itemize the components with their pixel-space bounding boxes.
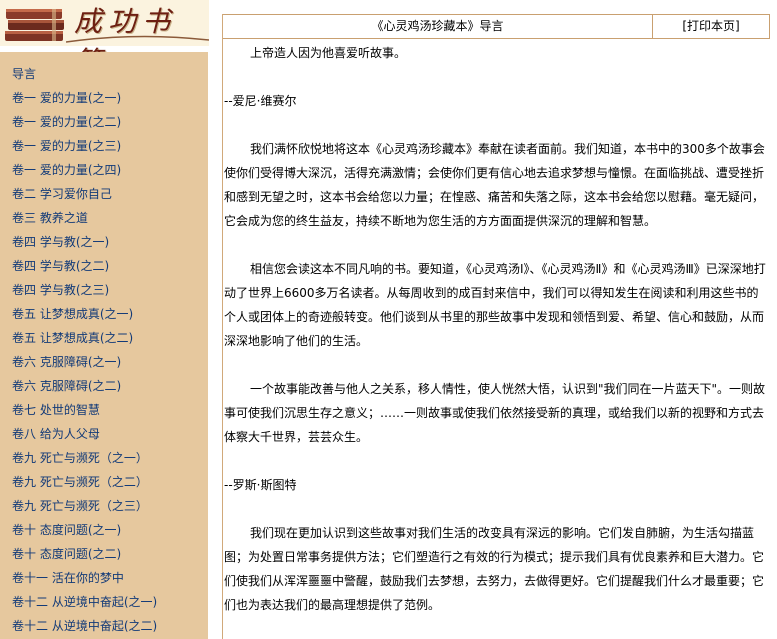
nav-item-chapter[interactable]: 卷十二 从逆境中奋起(之一): [0, 590, 208, 614]
quote-attribution: --罗斯·斯图特: [224, 478, 297, 492]
paragraph: 我们满怀欣悦地将这本《心灵鸡汤珍藏本》奉献在读者面前。我们知道，本书中的300多…: [224, 142, 765, 228]
logo-swoosh: [66, 35, 209, 43]
quote-attribution: --爱尼·维赛尔: [224, 94, 297, 108]
paragraph: 我们现在更加认识到这些故事对我们生活的改变具有深远的影响。它们发自肺腑，为生活勾…: [224, 526, 765, 612]
nav-item-chapter[interactable]: 卷十一 活在你的梦中: [0, 566, 208, 590]
nav-item-chapter[interactable]: 卷十 态度问题(之一): [0, 518, 208, 542]
nav-item-chapter[interactable]: 卷十二 从逆境中奋起(之二): [0, 614, 208, 638]
nav-item-chapter[interactable]: 卷二 学习爱你自己: [0, 182, 208, 206]
nav-item-chapter[interactable]: 卷七 处世的智慧: [0, 398, 208, 422]
nav-item-chapter[interactable]: 卷五 让梦想成真(之一): [0, 302, 208, 326]
paragraph: 一个故事能改善与他人之关系，移人情性，使人恍然大悟，认识到"我们同在一片蓝天下"…: [224, 382, 766, 444]
nav-item-chapter[interactable]: 卷九 死亡与濒死（之一）: [0, 446, 208, 470]
nav-item-chapter[interactable]: 卷三 教养之道: [0, 206, 208, 230]
nav-item-chapter[interactable]: 卷六 克服障碍(之一): [0, 350, 208, 374]
nav-item-chapter[interactable]: 卷六 克服障碍(之二): [0, 374, 208, 398]
nav-item-chapter[interactable]: 卷一 爱的力量(之四): [0, 158, 208, 182]
nav-item-chapter[interactable]: 卷四 学与教(之二): [0, 254, 208, 278]
page-title: 《心灵鸡汤珍藏本》导言: [223, 15, 653, 38]
nav-item-chapter[interactable]: 卷十 态度问题(之二): [0, 542, 208, 566]
nav-item-chapter[interactable]: 卷五 让梦想成真(之二): [0, 326, 208, 350]
nav-item-chapter[interactable]: 卷四 学与教(之三): [0, 278, 208, 302]
nav-item-chapter[interactable]: 卷九 死亡与濒死（之二）: [0, 470, 208, 494]
site-logo[interactable]: 成功书籍: [0, 0, 209, 78]
column-divider: [209, 0, 215, 639]
paragraph: 上帝造人因为他喜爱听故事。: [250, 46, 407, 60]
paragraph: 相信您会读这本不同凡响的书。要知道，《心灵鸡汤Ⅰ》、《心灵鸡汤Ⅱ》和《心灵鸡汤Ⅲ…: [224, 262, 766, 348]
nav-item-chapter[interactable]: 卷一 爱的力量(之二): [0, 110, 208, 134]
nav-item-chapter[interactable]: 卷一 爱的力量(之三): [0, 134, 208, 158]
sidebar: 成功书籍 导言 卷一 爱的力量(之一) 卷一 爱的力量(之二) 卷一 爱的力量(…: [0, 0, 209, 639]
print-page-link[interactable]: [打印本页]: [653, 15, 769, 38]
chapter-nav: 导言 卷一 爱的力量(之一) 卷一 爱的力量(之二) 卷一 爱的力量(之三) 卷…: [0, 52, 208, 639]
nav-item-chapter[interactable]: 卷九 死亡与濒死（之三）: [0, 494, 208, 518]
nav-item-intro[interactable]: 导言: [0, 62, 208, 86]
nav-item-chapter[interactable]: 卷四 学与教(之一): [0, 230, 208, 254]
nav-item-chapter[interactable]: 卷八 给为人父母: [0, 422, 208, 446]
main-content: 《心灵鸡汤珍藏本》导言 [打印本页] 上帝造人因为他喜爱听故事。 --爱尼·维赛…: [222, 14, 770, 639]
article-body: 上帝造人因为他喜爱听故事。 --爱尼·维赛尔 我们满怀欣悦地将这本《心灵鸡汤珍藏…: [224, 41, 766, 617]
books-icon: [5, 9, 64, 41]
nav-item-chapter[interactable]: 卷一 爱的力量(之一): [0, 86, 208, 110]
article-header: 《心灵鸡汤珍藏本》导言 [打印本页]: [223, 14, 770, 39]
